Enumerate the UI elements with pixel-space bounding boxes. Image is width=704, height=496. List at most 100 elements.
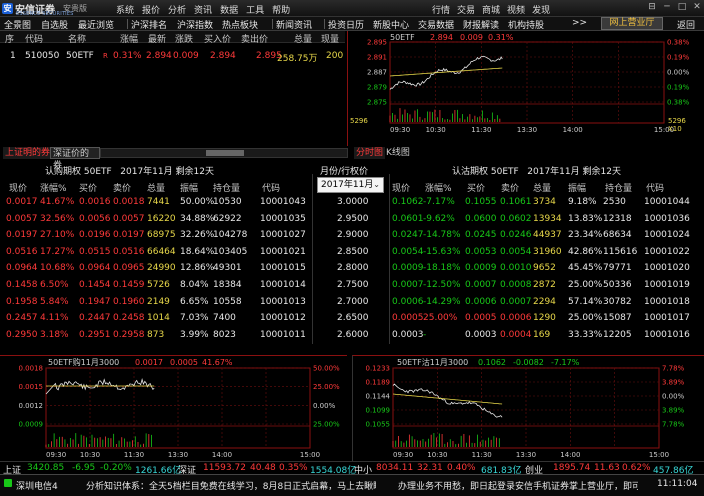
maximize-icon[interactable]: □ <box>677 2 687 12</box>
put-col-code[interactable]: 代码 <box>646 181 664 194</box>
put-chart[interactable]: 50ETF沽11月3000 0.1062 -0.0082 -7.17% 0.12… <box>352 355 704 461</box>
news-ticker[interactable]: 分析知识体系：全天5档栏目免费在线学习，8月8日正式启幕，马上去瞅瞅~~ <box>86 479 376 492</box>
option-row[interactable]: 0.0057 32.56% 0.0056 0.0057 16220 34.88% 62922… <box>0 214 704 228</box>
menu-tools[interactable]: 工具 <box>246 3 264 16</box>
put-col-ask[interactable]: 卖价 <box>501 181 519 194</box>
menu-discover[interactable]: 发现 <box>532 3 550 16</box>
put-col-volume[interactable]: 总量 <box>533 181 551 194</box>
col-code[interactable]: 代码 <box>25 32 43 45</box>
option-row[interactable]: 0.0197 27.10% 0.0196 0.0197 68975 32.26% 10427… <box>0 230 704 244</box>
put-col-price[interactable]: 现价 <box>392 181 410 194</box>
tool-watchlist[interactable]: 自选股 <box>41 18 68 31</box>
put-col-pct[interactable]: 涨幅% <box>425 181 452 194</box>
call-col-volume[interactable]: 总量 <box>147 181 165 194</box>
tool-hot-sectors[interactable]: 热点板块 <box>222 18 258 31</box>
menu-market[interactable]: 行情 <box>432 3 450 16</box>
call-col-price[interactable]: 现价 <box>9 181 27 194</box>
menu-analysis[interactable]: 分析 <box>168 3 186 16</box>
intraday-chart[interactable]: 50ETF 2.894 0.009 0.31% 2.895 2.891 2.887 2… <box>347 31 704 146</box>
put-col-amp[interactable]: 振幅 <box>568 181 586 194</box>
online-hall-button[interactable]: 网上营业厅 <box>601 17 663 30</box>
notice-ticker[interactable]: 办理业务不用愁，即日起登录安信手机证券掌上营业厅，即可 <box>398 479 638 492</box>
option-row[interactable]: 0.2950 3.18% 0.2951 0.2958 873 3.99% 8023 10001… <box>0 330 704 344</box>
call-cell: 68975 <box>147 230 176 241</box>
tool-recent[interactable]: 最近浏览 <box>78 18 114 31</box>
tab-shanghai[interactable]: 上证明的券 <box>3 147 53 159</box>
col-cur-volume[interactable]: 现量 <box>321 32 339 45</box>
index-bar: 上证 3420.85 -6.95 -0.20% 1261.66亿 深证 1159… <box>0 461 704 476</box>
call-cell: 10530 <box>213 197 242 207</box>
intraday-last: 2.894 <box>430 33 453 42</box>
quote-row[interactable]: 1 510050 50ETF R 0.31% 2.894 0.009 2.894… <box>0 49 345 65</box>
tab-intraday[interactable]: 分时图 <box>354 147 386 159</box>
col-volume[interactable]: 总量 <box>294 32 312 45</box>
scrollbar-thumb[interactable] <box>206 150 244 156</box>
tab-shenzhen[interactable]: 深证价的券 <box>50 147 100 171</box>
call-col-pct[interactable]: 涨幅% <box>40 181 67 194</box>
put-col-bid[interactable]: 买价 <box>467 181 485 194</box>
tool-panorama[interactable]: 全景图 <box>4 18 31 31</box>
put-cell: -9.62% <box>423 213 455 224</box>
tool-calendar[interactable]: 投资日历 <box>328 18 364 31</box>
call-cell: 18384 <box>213 280 242 290</box>
x-tick-label: 13:30 <box>516 451 536 459</box>
menu-system[interactable]: 系统 <box>116 3 134 16</box>
col-pct[interactable]: 涨幅 <box>120 32 138 45</box>
menu-quote[interactable]: 报价 <box>142 3 160 16</box>
menu-mall[interactable]: 商城 <box>482 3 500 16</box>
put-days: 剩余12天 <box>582 167 621 177</box>
option-row[interactable]: 0.1958 5.84% 0.1947 0.1960 2149 6.65% 10558 100… <box>0 297 704 311</box>
put-chart-chg: -0.0082 <box>513 358 544 367</box>
option-row[interactable]: 0.2457 4.11% 0.2447 0.2458 1014 7.03% 7400 1000… <box>0 313 704 327</box>
call-col-oi[interactable]: 持仓量 <box>213 181 240 194</box>
menu-info[interactable]: 资讯 <box>194 3 212 16</box>
tab-kline[interactable]: K线图 <box>384 147 412 159</box>
put-cell: 25.00% <box>568 280 603 290</box>
x-tick-label: 11:30 <box>471 126 491 134</box>
option-row[interactable]: 0.1458 6.50% 0.1454 0.1459 5726 8.04% 18384 100… <box>0 280 704 294</box>
tool-news[interactable]: 新闻资讯 <box>276 18 312 31</box>
col-ask[interactable]: 卖出价 <box>241 32 268 45</box>
horizontal-scrollbar[interactable] <box>100 148 348 158</box>
option-row[interactable]: 0.0017 41.67% 0.0016 0.0018 7441 50.00% 10530 1… <box>0 197 704 211</box>
call-col-bid[interactable]: 买价 <box>79 181 97 194</box>
restore-icon[interactable]: ⊟ <box>647 2 657 12</box>
col-name[interactable]: 名称 <box>68 32 86 45</box>
call-col-amp[interactable]: 振幅 <box>180 181 198 194</box>
tool-ipo[interactable]: 新股中心 <box>373 18 409 31</box>
call-cell: 7.03% <box>180 313 209 324</box>
tool-institutions[interactable]: 机构持股 <box>508 18 544 31</box>
tool-reports[interactable]: 财报解读 <box>463 18 499 31</box>
tool-trade-data[interactable]: 交易数据 <box>418 18 454 31</box>
minimize-icon[interactable]: ─ <box>662 2 672 12</box>
option-row[interactable]: 0.0516 17.27% 0.0515 0.0516 66464 18.64% 10340… <box>0 247 704 261</box>
x-tick-label: 09:30 <box>390 126 410 134</box>
option-row[interactable]: 0.0964 10.68% 0.0964 0.0965 24990 12.86% 49301… <box>0 263 704 277</box>
put-cell: 15087 <box>603 313 632 324</box>
more-button[interactable]: >> <box>572 18 587 28</box>
menu-trade[interactable]: 交易 <box>457 3 475 16</box>
x-tick-label: 09:30 <box>46 451 66 459</box>
put-col-oi[interactable]: 持仓量 <box>605 181 632 194</box>
call-cell: 0.0516 <box>6 246 38 257</box>
tool-index[interactable]: 沪深指数 <box>177 18 213 31</box>
menu-data[interactable]: 数据 <box>220 3 238 16</box>
put-cell: 44937 <box>533 230 562 241</box>
col-bid[interactable]: 买入价 <box>204 32 231 45</box>
back-button[interactable]: 返回 <box>677 18 695 31</box>
call-chart[interactable]: 50ETF购11月3000 0.0017 0.0005 41.67% 0.001… <box>0 355 347 461</box>
col-last[interactable]: 最新 <box>148 32 166 45</box>
menu-video[interactable]: 视频 <box>507 3 525 16</box>
intraday-pct: 0.31% <box>488 33 514 42</box>
call-col-ask[interactable]: 卖价 <box>113 181 131 194</box>
col-chg[interactable]: 涨跌 <box>175 32 193 45</box>
call-col-code[interactable]: 代码 <box>262 181 280 194</box>
network-label[interactable]: 深圳电信4 <box>16 479 58 492</box>
tool-ranking[interactable]: 沪深排名 <box>131 18 167 31</box>
close-icon[interactable]: ✕ <box>692 2 702 12</box>
month-select[interactable]: 2017年11月 ⌄ <box>317 177 384 193</box>
put-cell: 1290 <box>533 313 556 324</box>
sz-value: 11593.72 <box>203 463 246 473</box>
menu-help[interactable]: 帮助 <box>272 3 290 16</box>
call-cell: 0.0964 <box>6 263 38 274</box>
